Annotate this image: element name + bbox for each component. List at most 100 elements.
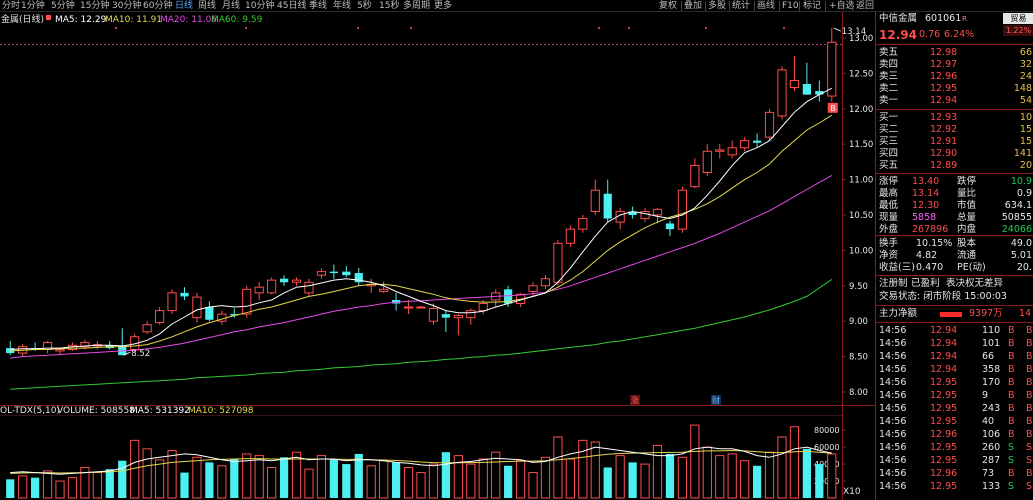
tick-time: 14:56 — [879, 455, 907, 466]
volume-bar-up — [528, 472, 538, 499]
volume-bar-down — [180, 472, 189, 498]
tick-flag: B — [1026, 351, 1033, 362]
bid-volume: 10 — [1019, 112, 1032, 123]
fund-value: 20. — [1016, 262, 1032, 273]
ask-price: 12.94 — [930, 95, 958, 106]
candle-body-down — [180, 292, 189, 297]
candle-body-down — [205, 307, 214, 320]
tick-flag: B — [1026, 390, 1033, 401]
tick-volume: 358 — [982, 364, 1001, 375]
divider — [876, 109, 1033, 110]
divider — [876, 235, 1033, 236]
volume-bar-down — [391, 462, 401, 498]
tick-volume: 260 — [982, 442, 1001, 453]
price-change-pct: 6.24% — [944, 29, 975, 40]
fund-row: 换手 10.15% 股本 49.0 — [876, 238, 1033, 250]
vote-label: 表决权无差异 — [946, 278, 1004, 289]
volume-bar-up — [615, 455, 625, 499]
candle-body-down — [752, 140, 762, 143]
candle-body-down — [329, 271, 338, 274]
divider — [876, 275, 1033, 276]
quote-panel: 中信金属 601061 R 贸易 1.22% 12.94 0.76 6.24% … — [875, 12, 1033, 500]
fund-label: 股本 — [957, 238, 977, 249]
volume-bar-up — [740, 460, 750, 499]
candle-body-up — [702, 150, 712, 174]
settings-dot-icon[interactable] — [46, 15, 51, 20]
price-change: 0.76 — [919, 29, 941, 40]
tick-direction: S — [1008, 455, 1015, 466]
volume-bar-up — [764, 451, 775, 499]
ma5-label: MA5: 12.29 — [55, 15, 107, 25]
tick-time: 14:56 — [879, 442, 907, 453]
candle-body-up — [827, 41, 837, 97]
tick-price: 12.95 — [930, 455, 958, 466]
tick-row: 14:56 12.95 170 B B — [876, 377, 1033, 389]
ma60-label: MA60: 9.59 — [211, 15, 263, 25]
volume-bar-down — [802, 448, 811, 498]
stat-row: 涨停 13.40 跌停 10.9 — [876, 176, 1033, 188]
candle-body-up — [540, 278, 551, 287]
volume-bar-down — [105, 469, 114, 498]
fund-value: 10.15% — [916, 238, 953, 249]
divider — [876, 322, 1033, 323]
price-tick-label: 9.00 — [849, 317, 868, 327]
volume-bar-up — [640, 463, 650, 499]
trade-status: 交易状态: 闭市阶段 15:00:03 — [879, 291, 1007, 302]
tick-direction: B — [1008, 351, 1015, 362]
volume-bar-down — [665, 453, 675, 498]
tick-time: 14:56 — [879, 429, 907, 440]
tick-row: 14:56 12.94 358 B B — [876, 364, 1033, 376]
candle-body-up — [428, 307, 439, 322]
stat-label: 最高 — [879, 188, 899, 199]
bid-label: 买四 — [879, 148, 899, 159]
low-price-label: 8.52 — [131, 349, 150, 359]
tick-volume: 9 — [982, 390, 989, 401]
candle-body-up — [677, 189, 688, 230]
stat-value: 10.9 — [1010, 176, 1032, 187]
high-price-label: 13.14 — [842, 27, 866, 37]
volume-bar-up — [590, 441, 600, 499]
candle-body-up — [242, 288, 252, 315]
stock-name: 中信金属 — [879, 13, 918, 24]
bid-label: 买五 — [879, 160, 899, 171]
tick-flag: S — [1026, 481, 1033, 492]
candle-body-down — [342, 271, 351, 276]
volume-indicator-name: OL-TDX(5,10) — [0, 406, 60, 416]
price-tick-label: 10.00 — [849, 246, 873, 256]
volume-bar-down — [230, 459, 239, 498]
volume-bar-up — [428, 463, 439, 499]
ask-price: 12.98 — [930, 47, 958, 58]
tick-direction: B — [1008, 403, 1015, 414]
ask-row: 卖五 12.98 66 — [876, 47, 1033, 59]
volume-bar-up — [192, 456, 202, 499]
divider — [876, 173, 1033, 174]
volume-bar-up — [55, 480, 65, 499]
tick-price: 12.94 — [930, 338, 958, 349]
price-tick-label: 12.00 — [849, 105, 873, 115]
candle-body-down — [802, 84, 811, 95]
ask-row: 卖四 12.97 32 — [876, 59, 1033, 71]
sector-badge[interactable]: 贸易 — [1003, 13, 1033, 24]
tick-price: 12.94 — [930, 325, 958, 336]
tick-direction: B — [1008, 416, 1015, 427]
volume-bar-up — [416, 472, 426, 499]
tick-price: 12.95 — [930, 481, 958, 492]
bid-row: 买一 12.93 10 — [876, 112, 1033, 124]
kline-chart[interactable]: 金属(日线) MA5: 12.29 MA10: 11.91 MA20: 11.0… — [0, 0, 875, 500]
tick-flag: B — [1026, 429, 1033, 440]
event-dot — [357, 27, 359, 29]
volume-bar-down — [329, 459, 338, 498]
stat-value: 50855 — [1001, 212, 1032, 223]
volume-bar-up — [677, 456, 688, 499]
fund-label: PE(动) — [957, 262, 986, 273]
fund-value: 4.82 — [916, 250, 938, 261]
volume-bar-up — [18, 475, 28, 499]
fund-row: 收益(三) 0.470 PE(动) 20. — [876, 262, 1033, 274]
tick-volume: 170 — [982, 377, 1001, 388]
tick-time: 14:56 — [879, 377, 907, 388]
tick-direction: S — [1008, 481, 1015, 492]
tick-time: 14:56 — [879, 481, 907, 492]
ask-label: 卖一 — [879, 95, 899, 106]
candle-body-up — [565, 228, 575, 244]
volume-bar-up — [565, 458, 575, 499]
